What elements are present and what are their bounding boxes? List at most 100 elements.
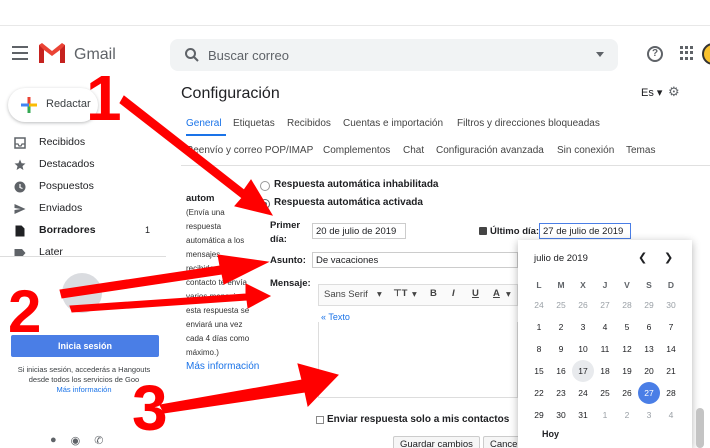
person-icon[interactable]: ● [50, 434, 57, 446]
phone-icon[interactable]: ✆ [94, 434, 103, 447]
calendar-day[interactable]: 30 [550, 404, 572, 426]
calendar-day[interactable]: 28 [616, 294, 638, 316]
sidebar-item-sent[interactable]: Enviados [0, 198, 160, 220]
last-day-checkbox[interactable] [479, 227, 487, 235]
calendar-day[interactable]: 12 [616, 338, 638, 360]
calendar-day[interactable]: 30 [660, 294, 682, 316]
font-family-select[interactable]: Sans Serif [324, 289, 368, 300]
calendar-day[interactable]: 1 [528, 316, 550, 338]
calendar-day[interactable]: 8 [528, 338, 550, 360]
tab-forwarding[interactable]: Reenvío y correo POP/IMAP [186, 145, 313, 156]
calendar-day[interactable]: 1 [594, 404, 616, 426]
bold-icon[interactable]: B [430, 288, 437, 299]
calendar-day[interactable]: 16 [550, 360, 572, 382]
save-button[interactable]: Guardar cambios [393, 436, 480, 448]
account-avatar[interactable] [702, 43, 710, 65]
calendar-day[interactable]: 5 [616, 316, 638, 338]
vacation-on-label[interactable]: Respuesta automática activada [274, 197, 423, 208]
size-dropdown-icon[interactable]: ▾ [412, 289, 417, 300]
chevron-right-icon[interactable]: ❯ [664, 251, 673, 264]
contacts-only-label[interactable]: Enviar respuesta solo a mis contactos [327, 414, 509, 425]
subject-input[interactable]: De vacaciones [312, 252, 518, 268]
tab-offline[interactable]: Sin conexión [557, 145, 614, 156]
text-color-icon[interactable]: A [493, 288, 500, 299]
calendar-day[interactable]: 24 [528, 294, 550, 316]
tab-addons[interactable]: Complementos [323, 145, 390, 156]
calendar-day[interactable]: 19 [616, 360, 638, 382]
calendar-day[interactable]: 23 [550, 382, 572, 404]
hangouts-icon[interactable]: ◉ [71, 434, 81, 447]
tab-general[interactable]: General [186, 118, 222, 129]
calendar-day[interactable]: 2 [550, 316, 572, 338]
calendar-day[interactable]: 26 [572, 294, 594, 316]
main-menu-icon[interactable] [12, 46, 28, 60]
calendar-day[interactable]: 11 [594, 338, 616, 360]
calendar-day[interactable]: 24 [572, 382, 594, 404]
calendar-day[interactable]: 2 [616, 404, 638, 426]
help-icon[interactable]: ? [647, 46, 663, 62]
gmail-logo-icon[interactable] [38, 42, 66, 64]
scrollbar[interactable] [696, 408, 704, 448]
hangouts-more-info-link[interactable]: Más información [4, 385, 164, 395]
calendar-day[interactable]: 17 [572, 360, 594, 382]
today-button[interactable]: Hoy [542, 429, 559, 439]
sidebar-item-drafts[interactable]: Borradores 1 [0, 220, 160, 242]
calendar-day[interactable]: 4 [660, 404, 682, 426]
vacation-off-label[interactable]: Respuesta automática inhabilitada [274, 179, 439, 190]
font-size-icon[interactable]: ⊤T [393, 288, 408, 299]
search-options-icon[interactable] [596, 52, 604, 57]
vacation-more-info-link[interactable]: Más información [186, 361, 259, 372]
underline-icon[interactable]: U [472, 288, 479, 299]
sidebar-item-starred[interactable]: Destacados [0, 154, 160, 176]
calendar-day[interactable]: 15 [528, 360, 550, 382]
input-language-selector[interactable]: Es ▾ [641, 86, 662, 99]
tab-filters[interactable]: Filtros y direcciones bloqueadas [457, 118, 600, 129]
calendar-day[interactable]: 14 [660, 338, 682, 360]
vacation-off-radio[interactable] [260, 181, 270, 191]
sidebar-item-inbox[interactable]: Recibidos [0, 132, 160, 154]
calendar-day[interactable]: 20 [638, 360, 660, 382]
calendar-day[interactable]: 29 [528, 404, 550, 426]
calendar-day[interactable]: 3 [572, 316, 594, 338]
tab-accounts[interactable]: Cuentas e importación [343, 118, 443, 129]
calendar-day[interactable]: 22 [528, 382, 550, 404]
calendar-day[interactable]: 9 [550, 338, 572, 360]
message-editor[interactable] [318, 322, 518, 398]
calendar-day[interactable]: 21 [660, 360, 682, 382]
calendar-day[interactable]: 26 [616, 382, 638, 404]
calendar-day[interactable]: 27 [594, 294, 616, 316]
tab-labels[interactable]: Etiquetas [233, 118, 275, 129]
tab-themes[interactable]: Temas [626, 145, 655, 156]
gear-icon[interactable]: ⚙ [668, 84, 680, 100]
calendar-day[interactable]: 7 [660, 316, 682, 338]
vacation-on-radio[interactable] [260, 199, 270, 209]
tab-chat[interactable]: Chat [403, 145, 424, 156]
calendar-day[interactable]: 3 [638, 404, 660, 426]
calendar-day[interactable]: 29 [638, 294, 660, 316]
calendar-day[interactable]: 25 [550, 294, 572, 316]
calendar-day[interactable]: 6 [638, 316, 660, 338]
calendar-day[interactable]: 4 [594, 316, 616, 338]
first-day-input[interactable]: 20 de julio de 2019 [312, 223, 406, 239]
sidebar-item-snoozed[interactable]: Pospuestos [0, 176, 160, 198]
calendar-day[interactable]: 27 [638, 382, 660, 404]
search-bar[interactable]: Buscar correo [170, 39, 618, 71]
italic-icon[interactable]: I [452, 288, 455, 299]
font-dropdown-icon[interactable]: ▾ [377, 289, 382, 300]
chevron-left-icon[interactable]: ❮ [638, 251, 647, 264]
last-day-input[interactable]: 27 de julio de 2019 [539, 223, 631, 239]
plain-text-link[interactable]: « Texto [321, 312, 350, 322]
calendar-day[interactable]: 10 [572, 338, 594, 360]
apps-grid-icon[interactable] [680, 46, 694, 60]
compose-button[interactable]: Redactar [8, 88, 98, 122]
calendar-day[interactable]: 28 [660, 382, 682, 404]
color-dropdown-icon[interactable]: ▾ [506, 289, 511, 300]
calendar-day[interactable]: 18 [594, 360, 616, 382]
gmail-logo-text[interactable]: Gmail [74, 46, 116, 64]
tab-inbox[interactable]: Recibidos [287, 118, 331, 129]
calendar-day[interactable]: 31 [572, 404, 594, 426]
calendar-day[interactable]: 25 [594, 382, 616, 404]
tab-advanced[interactable]: Configuración avanzada [436, 145, 544, 156]
contacts-only-checkbox[interactable] [316, 416, 324, 424]
search-input[interactable]: Buscar correo [208, 48, 289, 63]
